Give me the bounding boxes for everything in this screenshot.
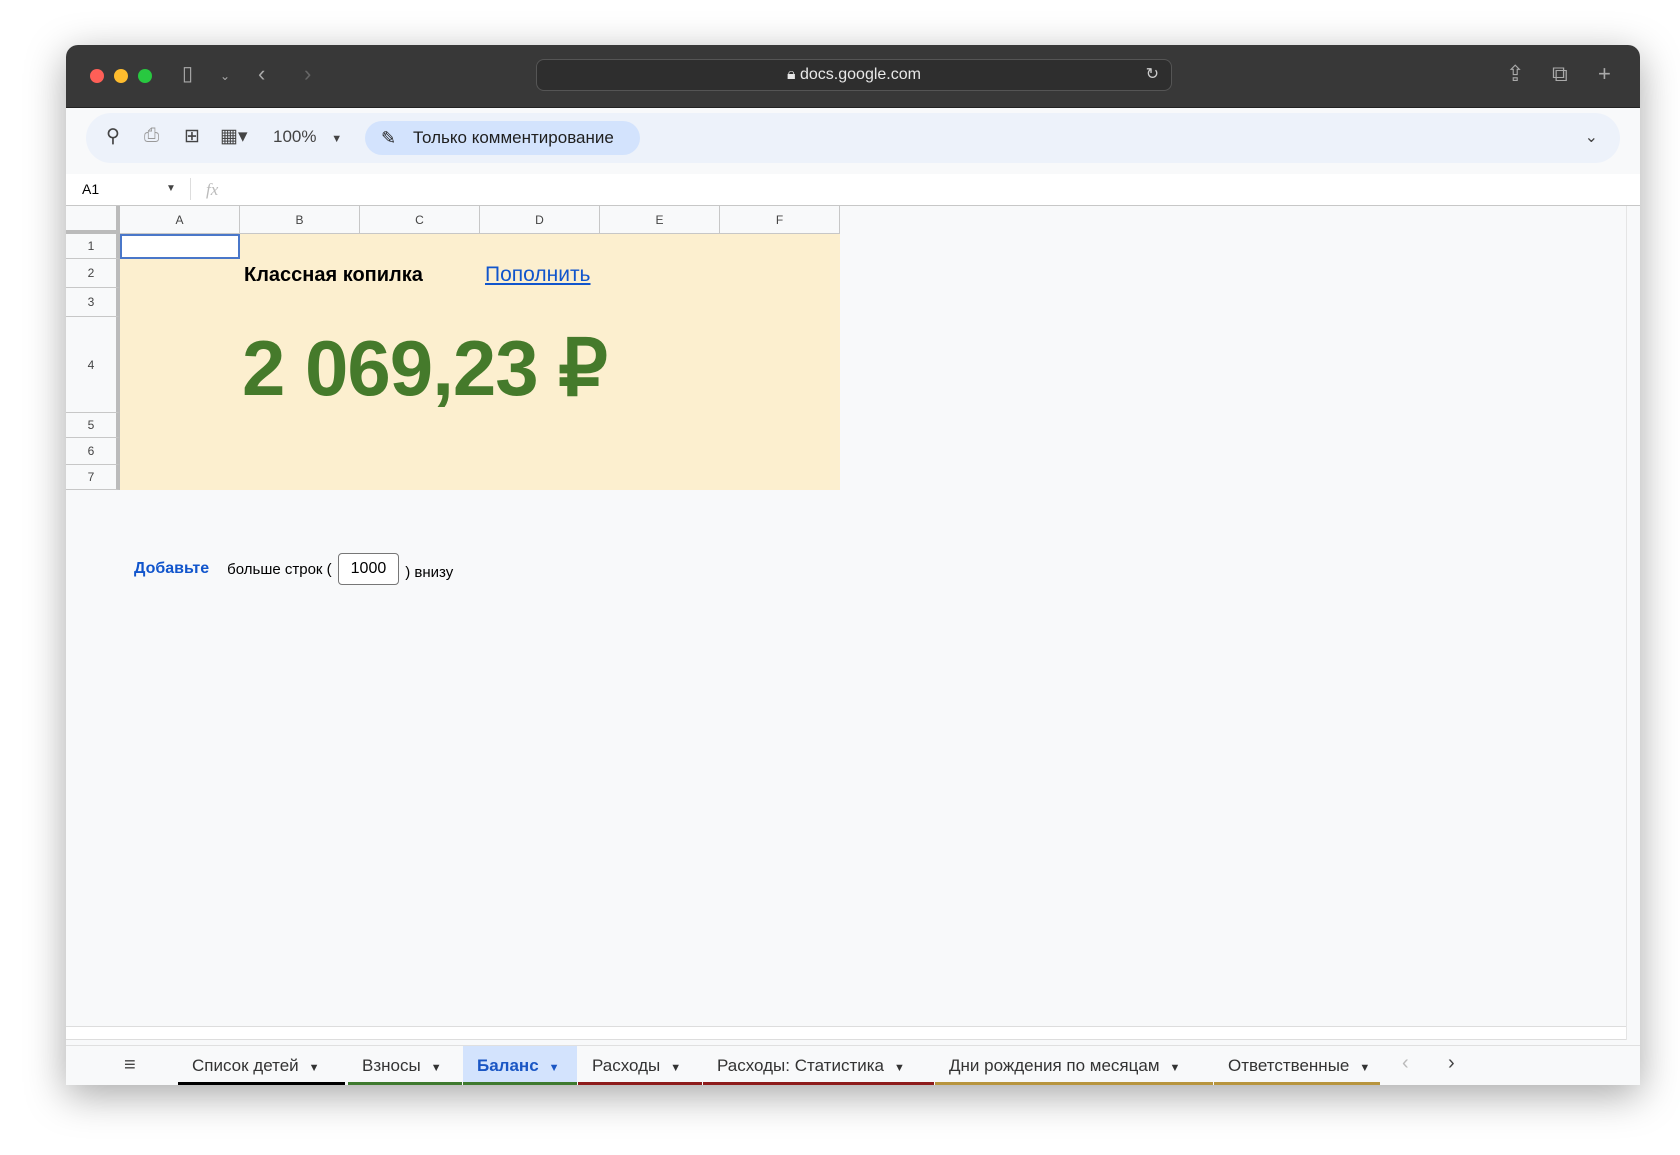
name-box[interactable]: A1 <box>82 181 99 197</box>
row-header[interactable]: 3 <box>66 288 120 317</box>
close-window-button[interactable] <box>90 69 104 83</box>
sheet-tab[interactable]: Список детей ▼ <box>178 1046 345 1085</box>
row-header[interactable]: 5 <box>66 413 120 438</box>
row-header[interactable]: 6 <box>66 438 120 465</box>
reload-icon[interactable]: ↻ <box>1146 60 1159 90</box>
all-sheets-menu-icon[interactable]: ≡ <box>124 1054 136 1077</box>
add-rows-suffix: ) внизу <box>405 563 454 581</box>
sidebar-toggle-icon[interactable]: ▯ <box>182 61 193 86</box>
tabs-overview-icon[interactable]: ⧉ <box>1552 61 1568 87</box>
sheet-tab[interactable]: Расходы ▼ <box>578 1046 702 1085</box>
selected-cell-a1[interactable] <box>120 234 240 259</box>
search-icon[interactable]: ⚲ <box>106 125 120 148</box>
column-header[interactable]: C <box>360 206 480 234</box>
comment-mode-icon: ✎ <box>381 128 397 148</box>
toolbar: ⚲ ⎙ ⊞ ▦▾ 100% ▼ ✎ Только комментирование … <box>86 113 1620 163</box>
address-bar[interactable]: 🔒︎ docs.google.com ↻ <box>536 59 1172 91</box>
chevron-down-icon[interactable]: ⌄ <box>220 69 230 83</box>
scroll-tabs-left-icon[interactable]: ‹ <box>1402 1052 1409 1075</box>
functions-icon[interactable]: ▦▾ <box>220 125 248 148</box>
name-box-dropdown-icon[interactable]: ▼ <box>166 183 176 194</box>
back-icon[interactable]: ‹ <box>258 61 265 87</box>
column-header[interactable]: D <box>480 206 600 234</box>
column-header[interactable]: E <box>600 206 720 234</box>
sheet-tab[interactable]: Расходы: Статистика ▼ <box>703 1046 934 1085</box>
horizontal-scrollbar[interactable] <box>66 1026 1626 1040</box>
browser-window: ▯ ⌄ ‹ › 🔒︎ docs.google.com ↻ ⇪ ⧉ + ⚲ ⎙ ⊞ … <box>66 45 1640 1085</box>
row-header[interactable]: 7 <box>66 465 120 490</box>
sheet-tab[interactable]: Дни рождения по месяцам ▼ <box>935 1046 1213 1085</box>
sheet-tab[interactable]: Ответственные ▼ <box>1214 1046 1380 1085</box>
column-header[interactable]: A <box>120 206 240 234</box>
top-up-link[interactable]: Пополнить <box>485 263 591 287</box>
mode-button[interactable]: ✎ Только комментирование <box>365 121 640 155</box>
row-header[interactable]: 2 <box>66 259 120 288</box>
column-header[interactable]: B <box>240 206 360 234</box>
share-icon[interactable]: ⇪ <box>1506 61 1524 87</box>
sheet-tab[interactable]: Взносы ▼ <box>348 1046 462 1085</box>
lock-icon: 🔒︎ <box>787 66 800 83</box>
sheet-title: Классная копилка <box>244 264 423 286</box>
scroll-tabs-right-icon[interactable]: › <box>1448 1052 1455 1075</box>
spreadsheet-grid[interactable]: A B C D E F 1 2 3 4 5 6 7 Классная копил… <box>66 206 1626 1026</box>
zoom-select[interactable]: 100% ▼ <box>273 127 342 147</box>
title-bar: ▯ ⌄ ‹ › 🔒︎ docs.google.com ↻ ⇪ ⧉ + <box>66 45 1640 108</box>
fx-icon: fx <box>206 180 219 199</box>
collapse-menu-icon[interactable]: ⌄ <box>1585 127 1598 147</box>
print-icon[interactable]: ⎙ <box>144 125 159 147</box>
balance-amount: 2 069,23 ₽ <box>242 324 608 412</box>
formula-bar: A1 ▼ fx <box>66 174 1640 206</box>
row-header[interactable]: 4 <box>66 317 120 413</box>
add-rows-link[interactable]: Добавьте <box>134 560 209 578</box>
sheet-tabs-bar: ≡ Список детей ▼ Взносы ▼ Баланс ▼ Расходы ▼… <box>66 1045 1640 1085</box>
column-header[interactable]: F <box>720 206 840 234</box>
add-rows-label: больше строк ( <box>227 560 332 578</box>
select-all-corner[interactable] <box>66 206 120 234</box>
minimize-window-button[interactable] <box>114 69 128 83</box>
sheet-tab-active[interactable]: Баланс ▼ <box>463 1046 577 1085</box>
maximize-window-button[interactable] <box>138 69 152 83</box>
forward-icon[interactable]: › <box>304 61 311 87</box>
row-header[interactable]: 1 <box>66 234 120 259</box>
new-tab-icon[interactable]: + <box>1598 61 1611 87</box>
row-count-input[interactable]: 1000 <box>337 553 400 585</box>
vertical-scrollbar[interactable] <box>1626 206 1640 1040</box>
add-comment-icon[interactable]: ⊞ <box>184 125 200 148</box>
